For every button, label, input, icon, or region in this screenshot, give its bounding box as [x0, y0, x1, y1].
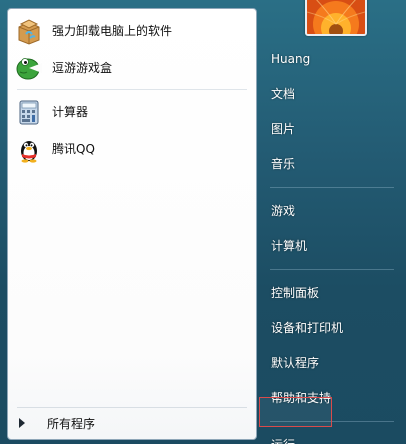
start-menu: 强力卸载电脑上的软件 逗游游戏盒 计算器 腾讯QQ 所有程序 Huang 文档 … [0, 0, 406, 444]
default-programs-link[interactable]: 默认程序 [262, 351, 402, 374]
program-item-calculator[interactable]: 计算器 [11, 93, 253, 130]
qq-penguin-icon [15, 135, 43, 163]
user-picture[interactable] [305, 0, 367, 36]
pinned-separator [17, 89, 247, 90]
program-item-uninstaller[interactable]: 强力卸载电脑上的软件 [11, 12, 253, 49]
control-panel-link[interactable]: 控制面板 [262, 281, 402, 304]
program-label: 腾讯QQ [52, 142, 95, 156]
uninstall-box-icon [15, 17, 43, 45]
start-menu-right-panel: Huang 文档 图片 音乐 游戏 计算机 控制面板 设备和打印机 默认程序 帮… [262, 47, 402, 444]
run-highlight-box [259, 397, 332, 427]
calculator-icon [15, 98, 43, 126]
start-menu-left-panel: 强力卸载电脑上的软件 逗游游戏盒 计算器 腾讯QQ 所有程序 [7, 8, 257, 440]
all-programs-button[interactable]: 所有程序 [16, 412, 248, 434]
program-label: 强力卸载电脑上的软件 [52, 24, 173, 38]
devices-printers-link[interactable]: 设备和打印机 [262, 316, 402, 339]
game-box-icon [15, 54, 43, 82]
documents-link[interactable]: 文档 [262, 82, 402, 105]
program-item-game-box[interactable]: 逗游游戏盒 [11, 49, 253, 86]
music-link[interactable]: 音乐 [262, 152, 402, 175]
program-list: 强力卸载电脑上的软件 逗游游戏盒 计算器 腾讯QQ [11, 12, 253, 167]
flower-user-picture [307, 0, 365, 34]
arrow-right-icon [19, 418, 25, 428]
all-programs-label: 所有程序 [47, 416, 96, 431]
program-label: 逗游游戏盒 [52, 61, 113, 75]
computer-link[interactable]: 计算机 [262, 234, 402, 257]
user-name-link[interactable]: Huang [262, 47, 402, 70]
run-link[interactable]: 运行... [262, 433, 402, 444]
program-label: 计算器 [52, 105, 89, 119]
program-item-qq[interactable]: 腾讯QQ [11, 130, 253, 167]
pictures-link[interactable]: 图片 [262, 117, 402, 140]
all-programs-separator [17, 407, 247, 408]
games-link[interactable]: 游戏 [262, 199, 402, 222]
